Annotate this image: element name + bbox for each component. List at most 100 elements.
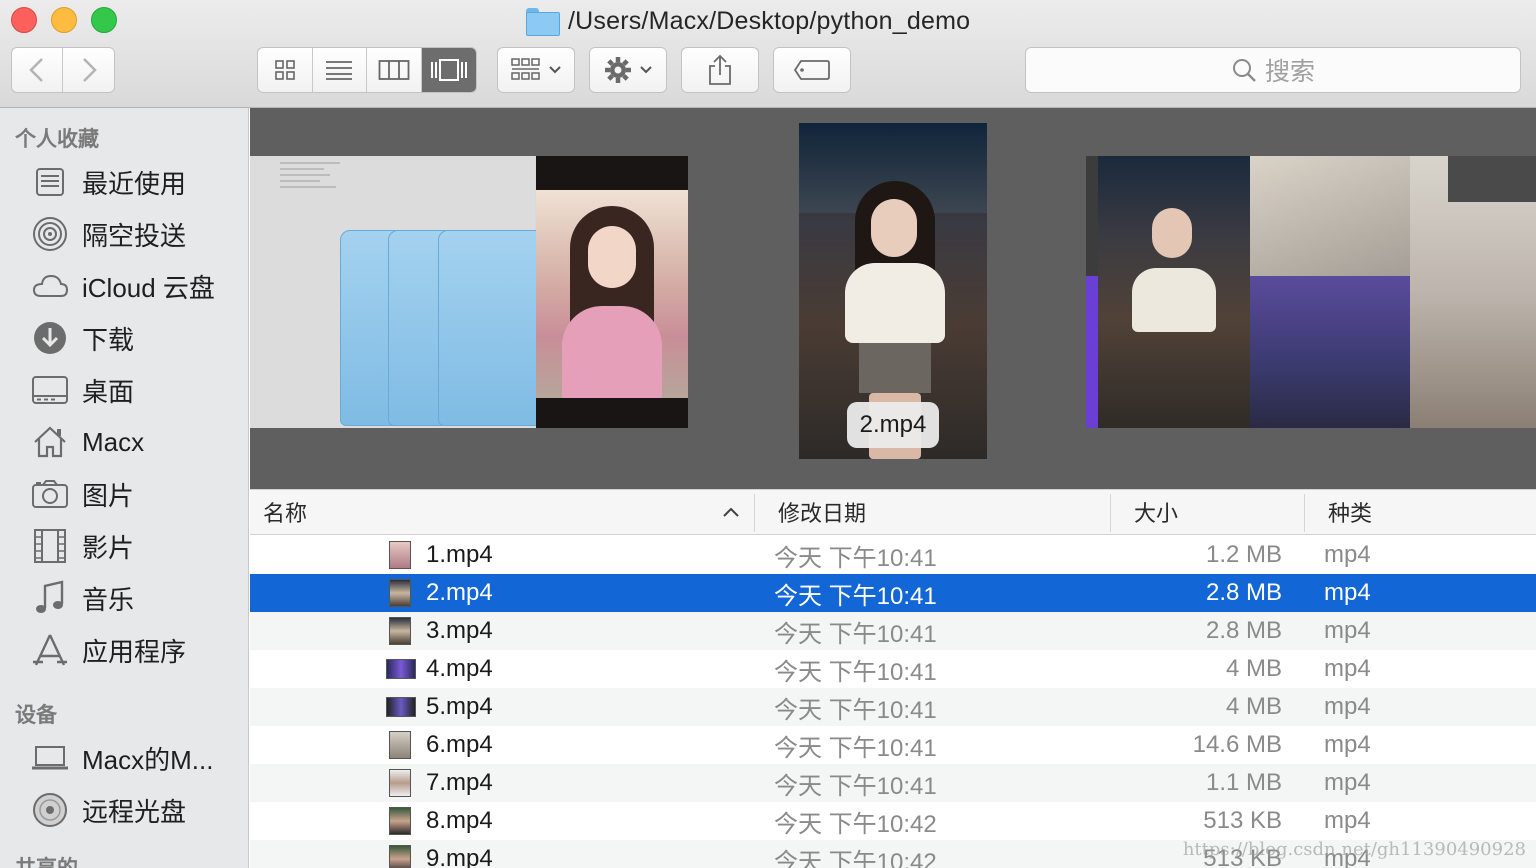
grid-icon [274, 60, 295, 80]
action-menu-button[interactable] [589, 47, 667, 93]
file-list: 名称 修改日期 大小 种类 1.mp4 今天 下午10:41 1.2 MB mp… [250, 489, 1536, 868]
sidebar-item-label: 最近使用 [82, 168, 187, 199]
sort-ascending-icon [723, 507, 739, 517]
file-name: 9.mp4 [426, 845, 493, 868]
cover-flow-preview[interactable]: 2.mp4 [250, 108, 1536, 489]
file-row[interactable]: 5.mp4 今天 下午10:41 4 MB mp4 [250, 688, 1536, 726]
back-button[interactable] [12, 48, 64, 92]
window-toolbar: /Users/Macx/Desktop/python_demo 搜索 [0, 0, 1536, 108]
file-kind: mp4 [1324, 731, 1371, 758]
sidebar-item-label: 远程光盘 [82, 796, 187, 827]
column-divider[interactable] [1304, 494, 1305, 532]
file-kind: mp4 [1324, 617, 1371, 644]
video-thumbnail-icon [389, 541, 411, 569]
video-thumbnail-icon [389, 579, 411, 607]
close-window-button[interactable] [11, 7, 37, 33]
tags-button[interactable] [773, 47, 851, 93]
file-size: 2.8 MB [1205, 617, 1282, 644]
file-row[interactable]: 8.mp4 今天 下午10:42 513 KB mp4 [250, 802, 1536, 840]
share-button[interactable] [681, 47, 759, 93]
file-date: 今天 下午10:41 [774, 658, 937, 686]
cover-flow-label: 2.mp4 [847, 402, 939, 448]
sidebar-item-airdrop[interactable]: 隔空投送 [30, 212, 245, 256]
sidebar-item-music[interactable]: 音乐 [30, 576, 245, 620]
file-row[interactable]: 7.mp4 今天 下午10:41 1.1 MB mp4 [250, 764, 1536, 802]
window-title: /Users/Macx/Desktop/python_demo [526, 4, 970, 38]
sidebar-item-recents[interactable]: 最近使用 [30, 160, 245, 204]
sidebar-item-pictures[interactable]: 图片 [30, 472, 245, 516]
file-kind: mp4 [1324, 579, 1371, 606]
file-row[interactable]: 6.mp4 今天 下午10:41 14.6 MB mp4 [250, 726, 1536, 764]
share-icon [709, 54, 731, 85]
sidebar-item-icloud-drive[interactable]: iCloud 云盘 [30, 264, 245, 308]
sidebar-item-label: 桌面 [82, 376, 135, 407]
column-header-name[interactable]: 名称 [263, 490, 307, 534]
file-size: 513 KB [1203, 807, 1282, 834]
sidebar-item-home[interactable]: Macx [30, 420, 245, 464]
file-name: 5.mp4 [426, 693, 493, 720]
search-placeholder: 搜索 [1264, 58, 1315, 86]
desktop-icon [30, 370, 70, 410]
video-thumbnail-icon [389, 769, 411, 797]
video-thumbnail-icon [386, 697, 416, 717]
search-field[interactable]: 搜索 [1025, 47, 1521, 93]
tag-icon [793, 60, 830, 80]
icon-view-button[interactable] [258, 48, 313, 92]
arrange-button[interactable] [497, 47, 575, 93]
sidebar-item-label: Macx的M... [82, 744, 214, 775]
shared-header: 共享的 [15, 852, 78, 868]
cover-flow-left-items[interactable] [250, 156, 688, 428]
watermark-text: https://blog.csdn.net/gh11390490928 [1182, 839, 1526, 860]
cover-flow-right-items[interactable] [1086, 156, 1536, 428]
column-header-kind[interactable]: 种类 [1328, 490, 1372, 534]
search-icon [1232, 59, 1256, 82]
column-divider[interactable] [754, 494, 755, 532]
column-header-date[interactable]: 修改日期 [778, 490, 866, 534]
file-row-selected[interactable]: 2.mp4 今天 下午10:41 2.8 MB mp4 [250, 574, 1536, 612]
music-icon [30, 578, 70, 618]
sidebar-item-label: iCloud 云盘 [82, 272, 215, 303]
chevron-right-icon [82, 58, 97, 82]
camera-icon [30, 474, 70, 514]
list-header: 名称 修改日期 大小 种类 [250, 489, 1536, 535]
view-mode-control [257, 47, 477, 93]
file-name: 3.mp4 [426, 617, 493, 644]
cover-flow-icon [430, 59, 467, 81]
columns-icon [378, 60, 410, 80]
column-view-button[interactable] [367, 48, 422, 92]
video-thumbnail-icon [389, 807, 411, 835]
file-name: 2.mp4 [426, 579, 493, 606]
zoom-window-button[interactable] [91, 7, 117, 33]
file-size: 2.8 MB [1205, 579, 1282, 606]
cloud-icon [30, 266, 70, 306]
sidebar-item-remote-disc[interactable]: 远程光盘 [30, 788, 245, 832]
video-thumbnail-icon [389, 731, 411, 759]
sidebar-item-desktop[interactable]: 桌面 [30, 368, 245, 412]
sidebar-item-applications[interactable]: 应用程序 [30, 628, 245, 672]
recents-icon [30, 162, 70, 202]
file-date: 今天 下午10:41 [774, 582, 937, 610]
sidebar-item-label: 下载 [82, 324, 135, 355]
file-row[interactable]: 1.mp4 今天 下午10:41 1.2 MB mp4 [250, 536, 1536, 574]
file-date: 今天 下午10:42 [774, 810, 937, 838]
home-icon [30, 422, 70, 462]
video-thumbnail-1 [536, 156, 688, 428]
airdrop-icon [30, 214, 70, 254]
list-view-button[interactable] [313, 48, 367, 92]
minimize-window-button[interactable] [51, 7, 77, 33]
forward-button[interactable] [63, 48, 114, 92]
file-name: 7.mp4 [426, 769, 493, 796]
sidebar-item-downloads[interactable]: 下载 [30, 316, 245, 360]
chevron-down-icon [640, 66, 652, 74]
file-row[interactable]: 3.mp4 今天 下午10:41 2.8 MB mp4 [250, 612, 1536, 650]
file-name: 1.mp4 [426, 541, 493, 568]
cover-flow-view-button[interactable] [421, 48, 476, 92]
column-header-size[interactable]: 大小 [1134, 490, 1178, 534]
column-divider[interactable] [1110, 494, 1111, 532]
video-thumbnail-icon [389, 617, 411, 645]
file-row[interactable]: 4.mp4 今天 下午10:41 4 MB mp4 [250, 650, 1536, 688]
download-icon [30, 318, 70, 358]
sidebar-item-this-mac[interactable]: Macx的M... [30, 736, 245, 780]
sidebar-item-movies[interactable]: 影片 [30, 524, 245, 568]
file-size: 1.1 MB [1205, 769, 1282, 796]
